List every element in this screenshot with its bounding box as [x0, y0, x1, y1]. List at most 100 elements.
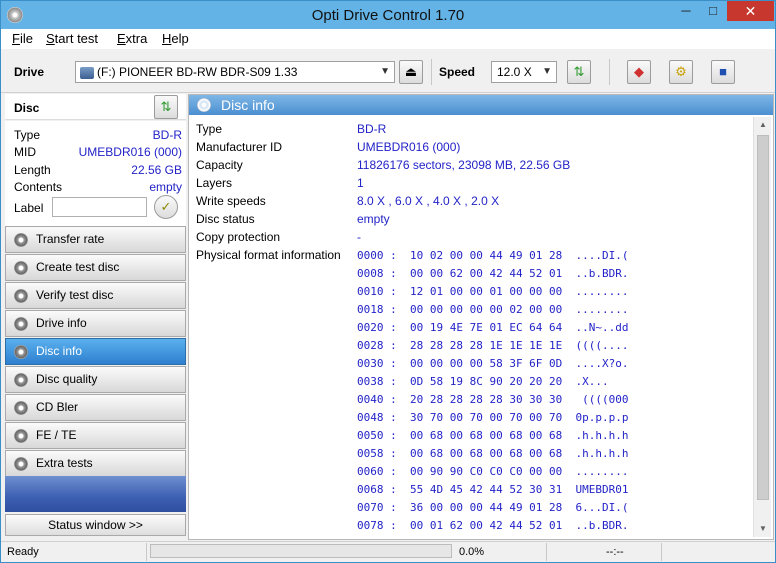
- disc-prop-length: Length 22.56 GB: [14, 163, 182, 177]
- nav-transfer-rate[interactable]: Transfer rate: [5, 226, 186, 253]
- hex-line: 0010 : 12 01 00 00 01 00 00 00 ........: [357, 285, 629, 298]
- refresh-speed-button[interactable]: ⇅: [567, 60, 591, 84]
- nav-disc-info[interactable]: Disc info: [5, 338, 186, 365]
- hex-line: 0000 : 10 02 00 00 44 49 01 28 ....DI.(: [357, 249, 629, 262]
- disc-icon: [14, 373, 28, 387]
- nav-drive-info[interactable]: Drive info: [5, 310, 186, 337]
- status-divider: [546, 543, 547, 561]
- nav-fe-te[interactable]: FE / TE: [5, 422, 186, 449]
- hex-line: 0008 : 00 00 62 00 42 44 52 01 ..b.BDR.: [357, 267, 629, 280]
- info-row: Manufacturer ID UMEBDR016 (000): [196, 140, 461, 154]
- disc-header: Disc ⇅: [5, 94, 186, 120]
- status-divider: [661, 543, 662, 561]
- close-button[interactable]: ✕: [727, 1, 774, 21]
- hex-line: 0078 : 00 01 62 00 42 44 52 01 ..b.BDR.: [357, 519, 629, 532]
- eject-icon: ⏏: [404, 64, 418, 79]
- label-text: Label: [14, 201, 44, 215]
- nav-empty-area: [5, 476, 186, 512]
- refresh-icon: ⇅: [573, 64, 585, 79]
- menu-bar: File Start test Extra Help: [1, 29, 775, 49]
- toolbar-divider: [609, 59, 610, 85]
- panel-title: Disc info: [221, 97, 275, 113]
- status-window-button[interactable]: Status window >>: [5, 514, 186, 536]
- hex-line: 0070 : 36 00 00 00 44 49 01 28 6...DI.(: [357, 501, 629, 514]
- nav-create-test-disc[interactable]: Create test disc: [5, 254, 186, 281]
- chevron-down-icon: ▼: [380, 66, 390, 77]
- hex-line: 0018 : 00 00 00 00 00 02 00 00 ........: [357, 303, 629, 316]
- left-panel: Disc ⇅ Type BD-R MID UMEBDR016 (000) Lengt…: [5, 94, 186, 540]
- menu-extra[interactable]: Extra: [117, 31, 147, 46]
- disc-icon: [14, 289, 28, 303]
- gears-icon: ⚙: [675, 64, 687, 79]
- window-title: Opti Drive Control 1.70: [311, 7, 465, 24]
- menu-start-test[interactable]: Start test: [46, 31, 98, 46]
- speed-select-value: 12.0 X: [497, 65, 532, 79]
- info-row: Layers 1: [196, 176, 364, 190]
- info-row: Write speeds 8.0 X , 6.0 X , 4.0 X , 2.0 …: [196, 194, 500, 208]
- scroll-down-icon[interactable]: ▼: [754, 521, 772, 537]
- scroll-thumb[interactable]: [757, 135, 769, 500]
- minimize-button[interactable]: ─: [673, 1, 699, 21]
- nav-disc-quality[interactable]: Disc quality: [5, 366, 186, 393]
- disc-icon: [14, 317, 28, 331]
- menu-help[interactable]: Help: [162, 31, 189, 46]
- title-bar[interactable]: Opti Drive Control 1.70 ─ □ ✕: [1, 1, 775, 29]
- hex-line: 0050 : 00 68 00 68 00 68 00 68 .h.h.h.h: [357, 429, 629, 442]
- floppy-disk-icon: ■: [719, 64, 727, 79]
- eject-button[interactable]: ⏏: [399, 60, 423, 84]
- info-row: Disc status empty: [196, 212, 390, 226]
- hex-line: 0068 : 55 4D 45 42 44 52 30 31 UMEBDR01: [357, 483, 629, 496]
- check-icon: ✓: [160, 199, 172, 214]
- maximize-button[interactable]: □: [700, 1, 726, 21]
- disc-prop-type: Type BD-R: [14, 128, 182, 142]
- nav-cd-bler[interactable]: CD Bler: [5, 394, 186, 421]
- progress-percent: 0.0%: [459, 546, 485, 558]
- hex-line: 0020 : 00 19 4E 7E 01 EC 64 64 ..N~..dd: [357, 321, 629, 334]
- status-divider: [146, 543, 147, 561]
- menu-file[interactable]: File: [12, 31, 33, 46]
- disc-prop-mid: MID UMEBDR016 (000): [14, 145, 182, 159]
- refresh-icon: ⇅: [160, 99, 172, 114]
- speed-select[interactable]: 12.0 X ▼: [491, 61, 557, 83]
- disc-prop-contents: Contents empty: [14, 180, 182, 194]
- chevron-down-icon: ▼: [542, 66, 552, 77]
- disc-icon: [14, 401, 28, 415]
- hex-line: 0058 : 00 68 00 68 00 68 00 68 .h.h.h.h: [357, 447, 629, 460]
- disc-icon: [14, 457, 28, 471]
- elapsed-time: --:--: [606, 546, 624, 558]
- info-row: Type BD-R: [196, 122, 387, 136]
- drive-select-value: (F:) PIONEER BD-RW BDR-S09 1.33: [97, 65, 298, 79]
- info-row: Copy protection -: [196, 230, 361, 244]
- panel-header: Disc info: [189, 95, 773, 115]
- disc-icon: [197, 98, 211, 112]
- hard-drive-icon: [80, 66, 94, 79]
- eraser-icon: ◆: [634, 64, 644, 79]
- toolbar-divider: [431, 59, 432, 85]
- disc-section-title: Disc: [14, 101, 40, 115]
- label-apply-button[interactable]: ✓: [154, 195, 178, 219]
- progress-bar: [150, 544, 452, 558]
- hex-line: 0038 : 0D 58 19 8C 90 20 20 20 .X...: [357, 375, 629, 388]
- speed-label: Speed: [439, 65, 476, 79]
- drive-select[interactable]: (F:) PIONEER BD-RW BDR-S09 1.33 ▼: [75, 61, 395, 83]
- disc-icon: [14, 345, 28, 359]
- disc-info-panel: Disc info Type BD-R Manufacturer ID UMEBDR…: [188, 94, 774, 540]
- status-text: Ready: [7, 546, 39, 558]
- scroll-up-icon[interactable]: ▲: [754, 117, 772, 133]
- nav-verify-test-disc[interactable]: Verify test disc: [5, 282, 186, 309]
- hex-line: 0030 : 00 00 00 00 58 3F 6F 0D ....X?o.: [357, 357, 629, 370]
- app-window: Opti Drive Control 1.70 ─ □ ✕ File Start…: [0, 0, 776, 563]
- nav-extra-tests[interactable]: Extra tests: [5, 450, 186, 477]
- save-button[interactable]: ■: [711, 60, 735, 84]
- erase-button[interactable]: ◆: [627, 60, 651, 84]
- vertical-scrollbar[interactable]: ▲ ▼: [753, 117, 771, 537]
- refresh-disc-button[interactable]: ⇅: [154, 95, 178, 119]
- disc-icon: [14, 233, 28, 247]
- disc-label-input[interactable]: [52, 197, 147, 217]
- drive-label: Drive: [14, 65, 45, 79]
- hex-line: 0060 : 00 90 90 C0 C0 C0 00 00 ........: [357, 465, 629, 478]
- info-content: Type BD-R Manufacturer ID UMEBDR016 (000) …: [196, 119, 756, 534]
- hex-line: 0040 : 20 28 28 28 28 30 30 30 ((((000: [357, 393, 629, 406]
- info-row: Capacity 11826176 sectors, 23098 MB, 22.5…: [196, 158, 571, 172]
- settings-button[interactable]: ⚙: [669, 60, 693, 84]
